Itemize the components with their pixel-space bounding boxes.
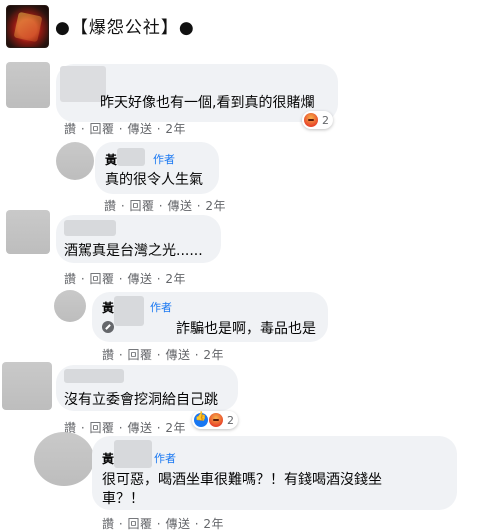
commenter-name[interactable]: 黃 [105,151,117,168]
blurred-name [64,369,124,383]
reaction-count: 2 [322,113,329,127]
comment-actions: 讚 · 回覆 · 傳送 · 2年 [64,272,187,286]
avatar[interactable] [34,432,94,486]
post-header: ●【爆怨公社】● [0,0,497,52]
author-badge: 作者 [150,301,172,314]
reaction-summary[interactable]: 2 [302,111,333,129]
avatar[interactable] [54,290,86,322]
like-reaction-icon [194,412,208,427]
comment-text: 昨天好像也有一個,看到真的很賭爛 [100,95,315,111]
reply-link[interactable]: 回覆 [89,122,114,136]
like-link[interactable]: 讚 [102,517,115,531]
reaction-count: 2 [227,413,234,427]
commenter-name[interactable]: 黃 [102,299,114,316]
reply-link[interactable]: 回覆 [129,199,154,213]
comment-text: 真的很令人生氣 [105,172,203,188]
blurred-name [117,148,145,166]
reply-link[interactable]: 回覆 [89,421,114,435]
comment-time[interactable]: 2年 [203,517,224,531]
comment-time[interactable]: 2年 [165,122,186,136]
page-avatar[interactable] [6,5,49,48]
comment-time[interactable]: 2年 [203,348,224,362]
author-badge: 作者 [154,452,176,465]
comment-bubble: 沒有立委會挖洞給自己跳 [56,365,238,411]
like-link[interactable]: 讚 [104,199,117,213]
commenter-name[interactable]: 黃 [102,450,114,467]
comment-text: 詐騙也是啊，毒品也是 [176,321,316,337]
author-badge: 作者 [153,153,175,166]
reply-link[interactable]: 回覆 [89,272,114,286]
avatar[interactable] [56,142,94,180]
share-link[interactable]: 傳送 [167,199,192,213]
angry-reaction-icon [304,113,318,127]
comment-bubble: 酒駕真是台灣之光...... [56,215,221,263]
comment-text: 酒駕真是台灣之光...... [64,243,203,259]
reply-bubble: 黃 作者 很可惡，喝酒坐車很難嗎？！有錢喝酒沒錢坐 車？！ [92,436,457,510]
comment-text: 沒有立委會挖洞給自己跳 [64,392,218,408]
avatar[interactable] [2,362,52,410]
share-link[interactable]: 傳送 [127,272,152,286]
reply-bubble: 黃 作者 真的很令人生氣 [95,142,219,194]
check-badge-icon [102,321,114,333]
comment-time[interactable]: 2年 [205,199,226,213]
comment-actions: 讚 · 回覆 · 傳送 · 2年 [102,348,225,362]
like-link[interactable]: 讚 [64,122,77,136]
avatar[interactable] [6,210,50,254]
share-link[interactable]: 傳送 [165,348,190,362]
comment-text-line-1: 很可惡，喝酒坐車很難嗎？！有錢喝酒沒錢坐 [102,472,382,488]
share-link[interactable]: 傳送 [127,421,152,435]
avatar[interactable] [6,62,50,108]
comment-actions: 讚 · 回覆 · 傳送 · 2年 [104,199,227,213]
reply-bubble: 黃 作者 詐騙也是啊，毒品也是 [92,292,328,342]
share-link[interactable]: 傳送 [127,122,152,136]
blurred-name [64,220,116,236]
blurred-name [114,296,144,326]
like-link[interactable]: 讚 [102,348,115,362]
share-link[interactable]: 傳送 [165,517,190,531]
comment-actions: 讚 · 回覆 · 傳送 · 2年 [64,421,187,435]
blurred-name [114,440,152,468]
like-link[interactable]: 讚 [64,272,77,286]
reply-link[interactable]: 回覆 [127,517,152,531]
comment-time[interactable]: 2年 [165,421,186,435]
comment-bubble: 昨天好像也有一個,看到真的很賭爛 [56,64,338,122]
reaction-summary[interactable]: 2 [192,411,238,429]
page-name[interactable]: ●【爆怨公社】● [55,13,195,38]
comment-actions: 讚 · 回覆 · 傳送 · 2年 [64,122,187,136]
comment-text-line-2: 車？！ [102,491,144,507]
reply-link[interactable]: 回覆 [127,348,152,362]
comment-actions: 讚 · 回覆 · 傳送 · 2年 [102,517,225,531]
comment-time[interactable]: 2年 [165,272,186,286]
angry-reaction-icon [209,413,223,427]
